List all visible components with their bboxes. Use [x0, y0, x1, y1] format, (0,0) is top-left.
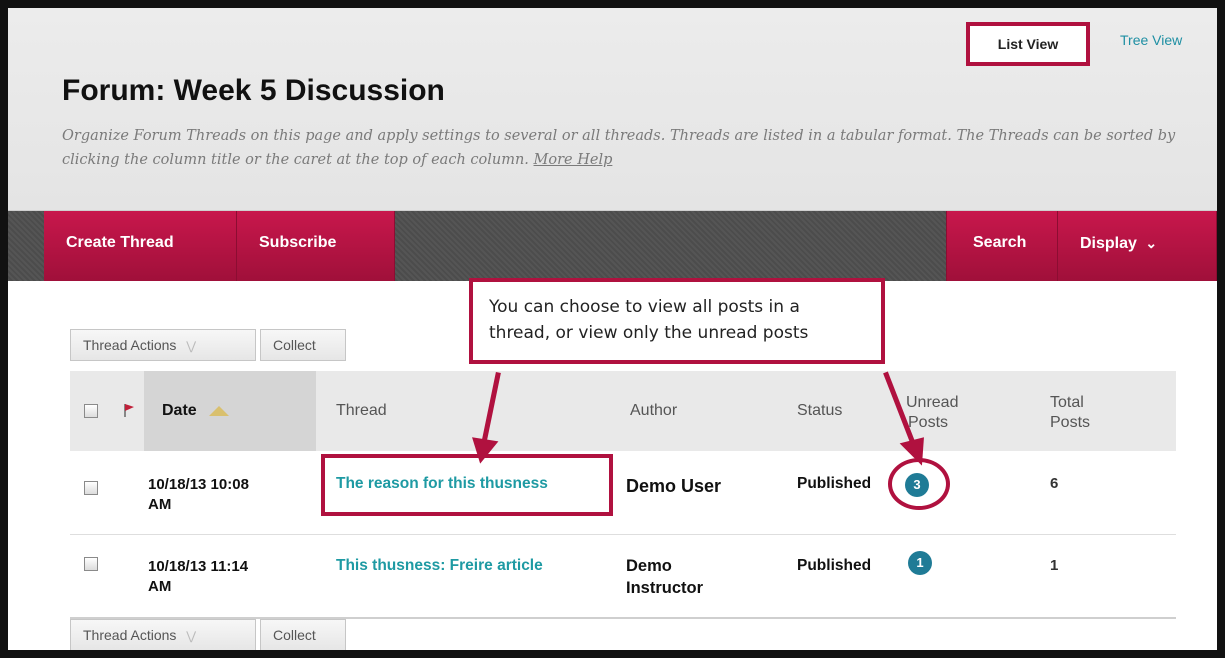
subscribe-button[interactable]: Subscribe — [237, 211, 395, 281]
row-author-line2: Instructor — [626, 579, 704, 597]
more-help-link[interactable]: More Help — [534, 152, 613, 168]
table-header-row: Date Thread Author Status Unread Posts T… — [70, 371, 1176, 451]
row-date: 10/18/13 10:08 AM — [148, 475, 298, 515]
row-date-line1: 10/18/13 11:14 — [148, 558, 249, 575]
annotation-callout: You can choose to view all posts in a th… — [469, 278, 885, 364]
row-date-line1: 10/18/13 10:08 — [148, 476, 249, 493]
flag-column-header[interactable] — [110, 371, 144, 451]
status-column-header[interactable]: Status — [797, 371, 897, 451]
table-row: 10/18/13 11:14 AM This thusness: Freire … — [70, 535, 1176, 619]
date-column-header[interactable]: Date — [144, 371, 316, 451]
sort-ascending-icon[interactable] — [209, 405, 230, 416]
forum-header: List View Tree View Forum: Week 5 Discus… — [8, 8, 1217, 211]
thread-column-header[interactable]: Thread — [336, 371, 616, 451]
create-thread-button[interactable]: Create Thread — [44, 211, 237, 281]
display-label: Display — [1080, 235, 1137, 252]
author-column-header[interactable]: Author — [630, 371, 780, 451]
total-header-line2: Posts — [1050, 414, 1091, 431]
select-all-cell — [70, 371, 110, 451]
double-chevron-down-icon: ⋁ — [186, 339, 197, 353]
row-author-line1: Demo User — [626, 476, 722, 496]
collect-button-bottom[interactable]: Collect — [260, 619, 346, 650]
row-author-line1: Demo — [626, 557, 672, 575]
select-all-checkbox[interactable] — [84, 404, 98, 418]
unread-highlight-circle — [888, 458, 950, 510]
row-thread-link[interactable]: This thusness: Freire article — [336, 557, 543, 575]
unread-count-badge[interactable]: 1 — [908, 551, 932, 575]
row-status: Published — [797, 557, 872, 574]
row-date-line2: AM — [148, 496, 172, 513]
row-checkbox[interactable] — [84, 481, 98, 495]
thread-actions-label: Thread Actions — [83, 337, 177, 353]
date-header-label: Date — [162, 402, 197, 419]
row-checkbox[interactable] — [84, 557, 98, 571]
list-view-button[interactable]: List View — [966, 22, 1090, 66]
row-date: 10/18/13 11:14 AM — [148, 557, 298, 597]
row-author: Demo Instructor — [626, 555, 703, 599]
chevron-down-icon: ⌄ — [1145, 235, 1158, 251]
collect-button-top[interactable]: Collect — [260, 329, 346, 361]
unread-posts-column-header[interactable]: Unread Posts — [906, 393, 1016, 433]
unread-header-line1: Unread — [906, 394, 959, 411]
callout-line1: You can choose to view all posts in a — [489, 297, 800, 317]
thread-actions-label: Thread Actions — [83, 627, 177, 643]
row-date-line2: AM — [148, 578, 172, 595]
search-button[interactable]: Search — [946, 211, 1058, 281]
callout-line2: thread, or view only the unread posts — [489, 323, 809, 343]
row-total-posts: 1 — [1050, 557, 1059, 574]
page-description: Organize Forum Threads on this page and … — [62, 124, 1202, 172]
thread-actions-button-top[interactable]: Thread Actions ⋁ — [70, 329, 256, 361]
tree-view-link[interactable]: Tree View — [1120, 32, 1182, 48]
total-posts-column-header[interactable]: Total Posts — [1050, 393, 1160, 433]
screenshot-frame: List View Tree View Forum: Week 5 Discus… — [0, 0, 1225, 658]
description-text: Organize Forum Threads on this page and … — [62, 128, 1176, 168]
display-menu-button[interactable]: Display ⌄ — [1058, 211, 1217, 281]
unread-header-line2: Posts — [908, 414, 949, 431]
row-status: Published — [797, 475, 872, 492]
double-chevron-down-icon: ⋁ — [186, 629, 197, 643]
table-row: 10/18/13 10:08 AM The reason for this th… — [70, 451, 1176, 535]
action-bar: Create Thread Subscribe Search Display ⌄ — [8, 211, 1217, 281]
thread-actions-button-bottom[interactable]: Thread Actions ⋁ — [70, 619, 256, 650]
thread-highlight-box — [321, 454, 613, 516]
page-title: Forum: Week 5 Discussion — [62, 74, 445, 107]
row-author: Demo User — [626, 475, 721, 497]
row-total-posts: 6 — [1050, 475, 1059, 492]
total-header-line1: Total — [1050, 394, 1084, 411]
flag-icon — [124, 404, 134, 417]
